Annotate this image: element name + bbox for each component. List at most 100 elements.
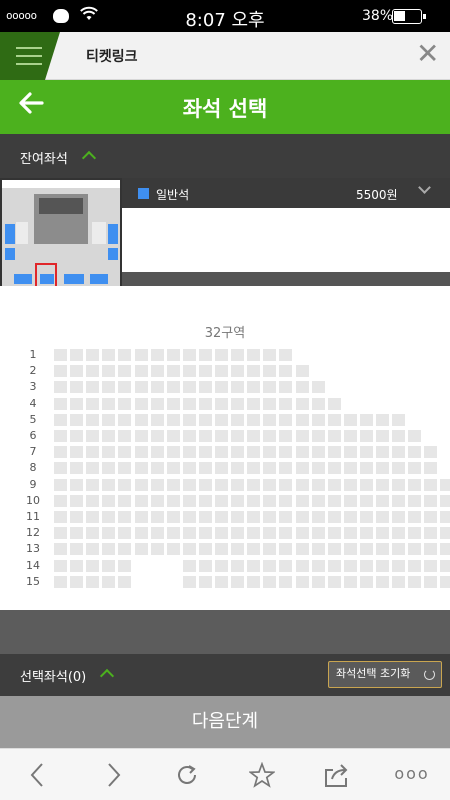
seat[interactable] <box>54 413 67 426</box>
seat[interactable] <box>263 494 277 507</box>
seat[interactable] <box>295 478 309 491</box>
seat[interactable] <box>279 543 293 556</box>
seat[interactable] <box>247 430 261 442</box>
more-icon[interactable]: ooo <box>387 749 437 800</box>
seat[interactable] <box>166 446 180 459</box>
seat[interactable] <box>392 413 406 426</box>
seat[interactable] <box>70 381 84 394</box>
seat[interactable] <box>231 365 245 378</box>
seat[interactable] <box>166 462 180 475</box>
seat[interactable] <box>166 478 180 491</box>
seat[interactable] <box>182 543 196 556</box>
seat[interactable] <box>54 478 67 491</box>
seat[interactable] <box>327 446 341 459</box>
seat[interactable] <box>70 543 84 556</box>
seat[interactable] <box>150 494 164 507</box>
seat[interactable] <box>392 575 406 588</box>
seat[interactable] <box>86 543 100 556</box>
seat[interactable] <box>150 413 164 426</box>
seat[interactable] <box>311 430 325 442</box>
seat[interactable] <box>343 430 357 442</box>
seat[interactable] <box>215 365 228 378</box>
seat[interactable] <box>198 349 212 361</box>
seat[interactable] <box>198 559 212 572</box>
seat[interactable] <box>86 559 100 572</box>
seat[interactable] <box>327 543 341 556</box>
seat[interactable] <box>376 511 389 523</box>
seat[interactable] <box>54 527 67 540</box>
seat[interactable] <box>247 397 261 410</box>
seat[interactable] <box>70 494 84 507</box>
seat[interactable] <box>279 381 293 394</box>
seat[interactable] <box>311 527 325 540</box>
seat[interactable] <box>231 543 245 556</box>
seat[interactable] <box>118 381 132 394</box>
seat[interactable] <box>54 430 67 442</box>
seat[interactable] <box>118 349 132 361</box>
seat[interactable] <box>150 349 164 361</box>
seat[interactable] <box>231 381 245 394</box>
seat[interactable] <box>279 413 293 426</box>
seat[interactable] <box>54 559 67 572</box>
seat[interactable] <box>215 494 228 507</box>
seat[interactable] <box>311 381 325 394</box>
seat[interactable] <box>198 494 212 507</box>
seat[interactable] <box>102 543 116 556</box>
seat[interactable] <box>263 575 277 588</box>
seat[interactable] <box>215 349 228 361</box>
seat[interactable] <box>198 478 212 491</box>
seat[interactable] <box>134 462 148 475</box>
seat[interactable] <box>359 446 373 459</box>
seat[interactable] <box>182 349 196 361</box>
seat[interactable] <box>86 413 100 426</box>
seat[interactable] <box>86 575 100 588</box>
seat[interactable] <box>231 349 245 361</box>
seat[interactable] <box>118 462 132 475</box>
seat[interactable] <box>376 462 389 475</box>
seat[interactable] <box>392 462 406 475</box>
seat[interactable] <box>134 430 148 442</box>
seat[interactable] <box>86 430 100 442</box>
seat[interactable] <box>424 575 438 588</box>
seat[interactable] <box>424 511 438 523</box>
seat[interactable] <box>54 349 67 361</box>
seat[interactable] <box>279 511 293 523</box>
seat[interactable] <box>247 543 261 556</box>
seat[interactable] <box>263 430 277 442</box>
seat[interactable] <box>54 543 67 556</box>
seat[interactable] <box>166 527 180 540</box>
seat[interactable] <box>424 494 438 507</box>
seat[interactable] <box>150 365 164 378</box>
seat[interactable] <box>118 397 132 410</box>
seat[interactable] <box>392 559 406 572</box>
seat[interactable] <box>343 478 357 491</box>
seat[interactable] <box>231 413 245 426</box>
seat[interactable] <box>279 494 293 507</box>
seat[interactable] <box>118 446 132 459</box>
seat[interactable] <box>134 397 148 410</box>
seat[interactable] <box>424 527 438 540</box>
seat[interactable] <box>392 511 406 523</box>
seat[interactable] <box>279 430 293 442</box>
seat[interactable] <box>247 462 261 475</box>
seat[interactable] <box>150 511 164 523</box>
seat[interactable] <box>279 575 293 588</box>
seat[interactable] <box>247 494 261 507</box>
seat[interactable] <box>408 527 422 540</box>
seat[interactable] <box>118 430 132 442</box>
seat[interactable] <box>279 349 293 361</box>
seat[interactable] <box>134 494 148 507</box>
seat[interactable] <box>86 446 100 459</box>
seat[interactable] <box>263 381 277 394</box>
seat[interactable] <box>263 543 277 556</box>
seat[interactable] <box>54 494 67 507</box>
seat[interactable] <box>408 559 422 572</box>
seat[interactable] <box>440 494 450 507</box>
seat[interactable] <box>118 559 132 572</box>
seat[interactable] <box>327 397 341 410</box>
seat[interactable] <box>231 446 245 459</box>
seat[interactable] <box>408 446 422 459</box>
seat[interactable] <box>215 413 228 426</box>
seat[interactable] <box>311 397 325 410</box>
seat[interactable] <box>376 494 389 507</box>
